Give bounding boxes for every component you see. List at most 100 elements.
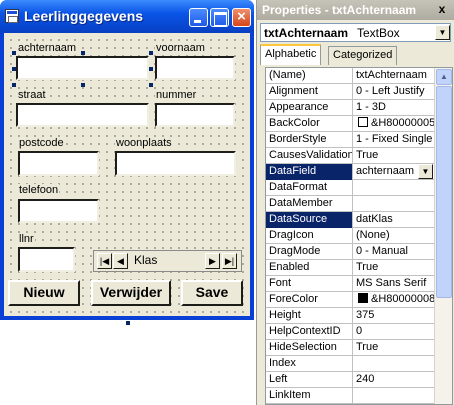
property-name[interactable]: Left (266, 372, 353, 388)
property-grid-scrollbar[interactable]: ▲ (434, 68, 452, 404)
property-row[interactable]: Appearance 1 - 3D (266, 100, 434, 116)
property-row[interactable]: CausesValidation True (266, 148, 434, 164)
next-record-icon[interactable]: ▶ (205, 253, 220, 269)
properties-title-bar[interactable]: Properties - txtAchternaam x (257, 0, 454, 20)
property-row[interactable]: DataField achternaam ▼ (266, 164, 434, 180)
first-record-icon[interactable]: |◀ (97, 253, 112, 269)
property-row[interactable]: Font MS Sans Serif (266, 276, 434, 292)
property-value[interactable]: MS Sans Serif (354, 276, 434, 292)
property-name[interactable]: DataMember (266, 196, 353, 212)
selection-handle[interactable] (149, 51, 153, 55)
txt-postcode[interactable] (18, 151, 99, 176)
property-name[interactable]: ForeColor (266, 292, 353, 308)
property-name[interactable]: BorderStyle (266, 132, 353, 148)
property-name[interactable]: (Name) (266, 68, 353, 84)
property-name[interactable]: DataFormat (266, 180, 353, 196)
property-value[interactable]: 375 (354, 308, 434, 324)
property-name[interactable]: HideSelection (266, 340, 353, 356)
last-record-icon[interactable]: ▶| (222, 253, 237, 269)
property-name[interactable]: Alignment (266, 84, 353, 100)
form-title-bar[interactable]: Leerlinggegevens × (0, 0, 254, 33)
tab-alphabetic[interactable]: Alphabetic (260, 44, 322, 65)
tab-categorized[interactable]: Categorized (328, 46, 398, 65)
selection-handle[interactable] (81, 51, 85, 55)
property-value[interactable]: 0 (354, 324, 434, 340)
scroll-thumb[interactable] (436, 86, 452, 298)
form-resize-handle[interactable] (126, 321, 130, 325)
minimize-button[interactable] (189, 8, 208, 27)
property-value[interactable]: &H80000008 (354, 292, 434, 308)
form-designer-window[interactable]: Leerlinggegevens × achternaam voornaam s… (0, 0, 254, 320)
property-name[interactable]: Enabled (266, 260, 353, 276)
property-value[interactable]: 240 (354, 372, 434, 388)
property-value[interactable]: 0 - Manual (354, 244, 434, 260)
form-canvas[interactable]: achternaam voornaam straat nummer postco… (4, 33, 250, 316)
property-row[interactable]: HelpContextID 0 (266, 324, 434, 340)
property-grid[interactable]: (Name) txtAchternaam Alignment 0 - Left Jus… (265, 67, 453, 405)
txt-achternaam[interactable] (16, 56, 149, 80)
property-name[interactable]: Appearance (266, 100, 353, 116)
object-selector[interactable]: txtAchternaam TextBox ▼ (260, 23, 451, 42)
property-row[interactable]: LinkItem (266, 388, 434, 404)
property-value[interactable]: 0 - Left Justify (354, 84, 434, 100)
property-value[interactable] (354, 180, 434, 196)
selection-handle[interactable] (12, 51, 16, 55)
property-name[interactable]: DataField (266, 164, 353, 180)
property-name[interactable]: BackColor (266, 116, 353, 132)
properties-close-icon[interactable]: x (435, 3, 449, 16)
property-name[interactable]: HelpContextID (266, 324, 353, 340)
chevron-down-icon[interactable]: ▼ (418, 164, 433, 179)
property-value[interactable]: txtAchternaam (354, 68, 434, 84)
property-value[interactable] (354, 388, 434, 404)
property-row[interactable]: (Name) txtAchternaam (266, 68, 434, 84)
prev-record-icon[interactable]: ◀ (113, 253, 128, 269)
property-value[interactable]: True (354, 340, 434, 356)
property-value[interactable]: 1 - Fixed Single (354, 132, 434, 148)
txt-llnr[interactable] (18, 247, 75, 272)
property-value[interactable]: (None) (354, 228, 434, 244)
property-value[interactable] (354, 196, 434, 212)
property-value[interactable]: True (354, 148, 434, 164)
property-row[interactable]: DragMode 0 - Manual (266, 244, 434, 260)
property-row[interactable]: Enabled True (266, 260, 434, 276)
selection-handle[interactable] (149, 83, 153, 87)
property-row[interactable]: Height 375 (266, 308, 434, 324)
txt-woonplaats[interactable] (115, 151, 236, 176)
property-value[interactable]: &H80000005 (354, 116, 434, 132)
property-value[interactable] (354, 356, 434, 372)
property-row[interactable]: Index (266, 356, 434, 372)
txt-nummer[interactable] (155, 103, 235, 127)
selection-handle[interactable] (81, 83, 85, 87)
property-name[interactable]: CausesValidation (266, 148, 353, 164)
property-value[interactable]: datKlas (354, 212, 434, 228)
property-row[interactable]: BackColor &H80000005 (266, 116, 434, 132)
maximize-button[interactable] (210, 8, 229, 27)
property-row[interactable]: DragIcon (None) (266, 228, 434, 244)
property-row[interactable]: HideSelection True (266, 340, 434, 356)
txt-telefoon[interactable] (18, 199, 99, 223)
property-row[interactable]: BorderStyle 1 - Fixed Single (266, 132, 434, 148)
property-name[interactable]: LinkItem (266, 388, 353, 404)
data-control-klas[interactable]: |◀ ◀ Klas ▶ ▶| (93, 250, 242, 272)
property-name[interactable]: DragIcon (266, 228, 353, 244)
property-row[interactable]: DataFormat (266, 180, 434, 196)
property-name[interactable]: Height (266, 308, 353, 324)
property-row[interactable]: ForeColor &H80000008 (266, 292, 434, 308)
property-row[interactable]: Left 240 (266, 372, 434, 388)
nieuw-button[interactable]: Nieuw (8, 280, 80, 306)
property-value[interactable]: True (354, 260, 434, 276)
property-value[interactable]: 1 - 3D (354, 100, 434, 116)
txt-straat[interactable] (16, 103, 149, 127)
selection-handle[interactable] (12, 67, 16, 71)
save-button[interactable]: Save (181, 280, 243, 306)
selection-handle[interactable] (149, 67, 153, 71)
property-name[interactable]: Index (266, 356, 353, 372)
property-name[interactable]: Font (266, 276, 353, 292)
properties-window[interactable]: Properties - txtAchternaam x txtAchterna… (256, 0, 454, 405)
close-button[interactable]: × (232, 8, 251, 27)
txt-voornaam[interactable] (155, 56, 235, 80)
chevron-down-icon[interactable]: ▼ (435, 25, 450, 40)
property-name[interactable]: DataSource (266, 212, 353, 228)
scroll-up-icon[interactable]: ▲ (436, 69, 452, 85)
verwijder-button[interactable]: Verwijder (91, 280, 171, 306)
